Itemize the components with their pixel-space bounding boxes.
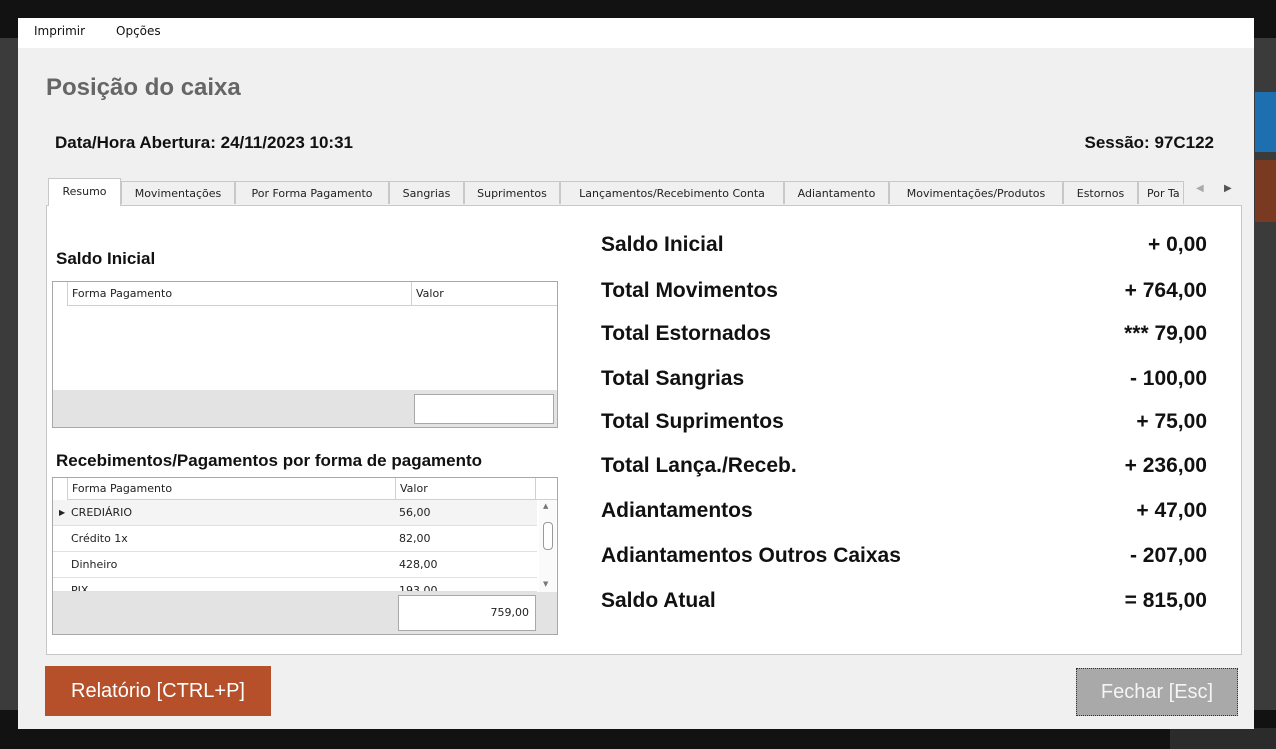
background-bottom-strip [1170,728,1276,749]
column-header-valor[interactable]: Valor [411,282,557,306]
session-info: Sessão: 97C122 [1085,133,1215,153]
summary-label: Total Movimentos [601,279,778,302]
row-valor: 428,00 [399,558,438,571]
opening-datetime: Data/Hora Abertura: 24/11/2023 10:31 [55,133,353,153]
row-selector-icon: ▶ [59,508,66,517]
recebimentos-title: Recebimentos/Pagamentos por forma de pag… [56,451,483,470]
column-header-valor[interactable]: Valor [395,478,535,500]
summary-value: + 764,00 [1124,279,1207,302]
row-forma: Crédito 1x [71,532,128,545]
tab-suprimentos[interactable]: Suprimentos [464,181,560,204]
column-header-forma[interactable]: Forma Pagamento [67,478,395,500]
summary-value: - 207,00 [1129,544,1207,567]
tab-por-forma-pagamento[interactable]: Por Forma Pagamento [235,181,389,204]
summary-label: Saldo Inicial [601,233,724,256]
summary-value: + 0,00 [1148,233,1207,256]
resumo-panel: Saldo Inicial Forma Pagamento Valor Rece… [46,205,1242,655]
report-button[interactable]: Relatório [CTRL+P] [45,666,271,716]
scroll-down-icon[interactable]: ▼ [543,580,548,588]
summary-label: Total Suprimentos [601,410,784,433]
session-label: Sessão: [1084,133,1150,152]
tab-scroll-right-icon[interactable]: ▶ [1224,183,1232,194]
tab-strip: Resumo Movimentações Por Forma Pagamento… [46,178,1242,206]
summary-value: + 236,00 [1124,454,1207,477]
summary-label: Total Estornados [601,322,771,345]
page-title: Posição do caixa [46,74,241,101]
summary-value: *** 79,00 [1124,322,1207,345]
summary-value: - 100,00 [1129,367,1207,390]
saldo-inicial-title: Saldo Inicial [56,249,156,268]
table-row[interactable]: PIX 193,00 [53,578,537,592]
row-forma: PIX [71,584,89,592]
opening-label: Data/Hora Abertura: [55,133,216,152]
tab-adiantamento[interactable]: Adiantamento [784,181,889,204]
summary-label: Adiantamentos [601,499,753,522]
summary-value: + 75,00 [1136,410,1207,433]
summary-label: Saldo Atual [601,589,716,612]
saldo-inicial-total [414,394,554,424]
table-row[interactable]: Dinheiro 428,00 [53,552,537,578]
recebimentos-grid[interactable]: Forma Pagamento Valor ▶ CREDIÁRIO 56,00 … [52,477,558,635]
background-orange-button [1255,160,1276,222]
summary-label: Total Lança./Receb. [601,454,797,477]
tab-scroll-left-icon[interactable]: ◀ [1196,183,1204,194]
vertical-scrollbar[interactable]: ▲ ▼ [539,500,556,592]
tab-por-tabela[interactable]: Por Ta [1138,181,1184,204]
row-valor: 56,00 [399,506,431,519]
row-valor: 193,00 [399,584,438,592]
scroll-up-icon[interactable]: ▲ [543,502,548,510]
row-valor: 82,00 [399,532,431,545]
tab-movimentacoes[interactable]: Movimentações [121,181,235,204]
table-row[interactable]: ▶ CREDIÁRIO 56,00 [53,500,537,526]
row-forma: Dinheiro [71,558,118,571]
menu-options[interactable]: Opções [116,24,161,38]
table-row[interactable]: Crédito 1x 82,00 [53,526,537,552]
saldo-inicial-grid[interactable]: Forma Pagamento Valor [52,281,558,428]
summary-label: Total Sangrias [601,367,745,390]
tab-movimentacoes-produtos[interactable]: Movimentações/Produtos [889,181,1063,204]
tab-lancamentos[interactable]: Lançamentos/Recebimento Conta [560,181,784,204]
tab-resumo[interactable]: Resumo [48,178,121,206]
summary-label: Adiantamentos Outros Caixas [601,544,901,567]
summary-value: + 47,00 [1136,499,1207,522]
close-button[interactable]: Fechar [Esc] [1076,668,1238,716]
recebimentos-total: 759,00 [398,595,536,631]
row-forma: CREDIÁRIO [71,506,133,519]
session-value: 97C122 [1154,133,1214,152]
tab-estornos[interactable]: Estornos [1063,181,1138,204]
scrollbar-thumb[interactable] [543,522,553,550]
menu-bar: Imprimir Opções [18,18,1254,48]
summary-value: = 815,00 [1124,589,1207,612]
column-header-forma[interactable]: Forma Pagamento [67,282,411,306]
cash-position-dialog: Imprimir Opções Posição do caixa Data/Ho… [18,18,1254,729]
column-header-spacer [535,478,557,500]
opening-value: 24/11/2023 10:31 [220,133,353,152]
menu-print[interactable]: Imprimir [34,24,85,38]
background-blue-button [1255,92,1276,152]
tab-sangrias[interactable]: Sangrias [389,181,464,204]
